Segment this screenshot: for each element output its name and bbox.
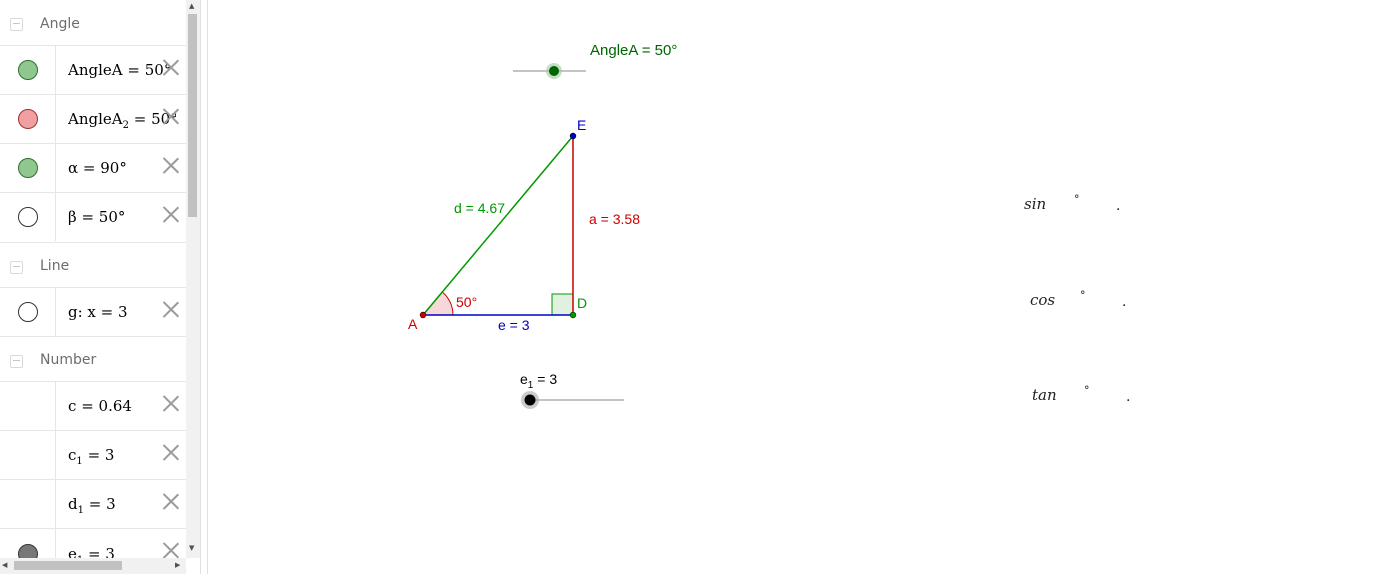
marble-cell — [0, 288, 56, 336]
trig-tan-dot: . — [1126, 389, 1130, 405]
algebra-row-line-g[interactable]: g: x = 3 — [0, 287, 186, 336]
algebra-row-e1[interactable]: e1 = 3 — [0, 528, 186, 558]
scrollbar-thumb[interactable] — [188, 14, 197, 217]
scroll-left-arrow-icon[interactable]: ◀ — [2, 561, 7, 569]
group-header-line[interactable]: − Line — [0, 242, 186, 284]
slider-anglea-handle[interactable] — [549, 66, 559, 76]
delete-icon[interactable] — [162, 394, 180, 412]
point-a-label: A — [408, 316, 418, 332]
delete-icon[interactable] — [162, 205, 180, 223]
algebra-horizontal-scrollbar[interactable]: ◀ ▶ — [0, 558, 186, 574]
algebra-expression[interactable]: β = 50° — [68, 208, 176, 226]
point-d-label: D — [577, 295, 587, 311]
angle-label: 50° — [456, 294, 477, 310]
group-header-angle[interactable]: − Angle — [0, 4, 186, 46]
scrollbar-thumb[interactable] — [14, 561, 122, 570]
trig-sin-dot: . — [1116, 198, 1120, 214]
trig-cos-label: cos — [1030, 291, 1055, 309]
algebra-expression[interactable]: d1 = 3 — [68, 495, 176, 516]
angle-sector-at-a[interactable] — [421, 291, 454, 316]
marble-cell — [0, 193, 56, 241]
delete-icon[interactable] — [162, 107, 180, 125]
delete-icon[interactable] — [162, 443, 180, 461]
point-e-label: E — [577, 117, 586, 133]
collapse-line-icon[interactable]: − — [10, 261, 23, 274]
algebra-expression[interactable]: α = 90° — [68, 159, 176, 177]
slider-e1-handle[interactable] — [524, 394, 536, 406]
group-label-line: Line — [40, 258, 70, 274]
marble-cell — [0, 95, 56, 143]
segment-d[interactable] — [422, 135, 574, 316]
algebra-row-anglea[interactable]: AngleA = 50° — [0, 45, 186, 94]
visibility-marble-icon[interactable] — [18, 207, 38, 227]
algebra-row-beta[interactable]: β = 50° — [0, 192, 186, 241]
visibility-marble-icon[interactable] — [18, 544, 38, 558]
graphics-canvas[interactable]: AngleA = 50° 50° d = 4.67 a = 3.58 e = 3… — [208, 0, 1382, 574]
slider-e1-label: e1 = 3 — [520, 371, 557, 391]
delete-icon[interactable] — [162, 300, 180, 318]
scroll-down-arrow-icon[interactable]: ▼ — [189, 544, 194, 552]
trig-cos-dot: . — [1122, 294, 1126, 310]
point-a[interactable] — [419, 311, 427, 319]
algebra-expression[interactable]: c = 0.64 — [68, 397, 176, 415]
marble-cell — [0, 431, 56, 479]
delete-icon[interactable] — [162, 58, 180, 76]
view-divider[interactable] — [200, 0, 208, 574]
delete-icon[interactable] — [162, 492, 180, 510]
marble-cell — [0, 46, 56, 94]
trig-sin-label: sin — [1024, 195, 1046, 213]
algebra-row-c1[interactable]: c1 = 3 — [0, 430, 186, 479]
marble-cell — [0, 529, 56, 558]
algebra-row-d1[interactable]: d1 = 3 — [0, 479, 186, 528]
group-label-number: Number — [40, 352, 97, 368]
segment-a-label: a = 3.58 — [589, 211, 640, 227]
slider-anglea-label: AngleA = 50° — [590, 42, 677, 59]
segment-e-label: e = 3 — [498, 317, 530, 333]
trig-tan-label: tan — [1032, 386, 1057, 404]
algebra-row-c[interactable]: c = 0.64 — [0, 381, 186, 430]
scroll-right-arrow-icon[interactable]: ▶ — [175, 561, 180, 569]
visibility-marble-icon[interactable] — [18, 158, 38, 178]
delete-icon[interactable] — [162, 541, 180, 558]
visibility-marble-icon[interactable] — [18, 109, 38, 129]
point-e[interactable] — [569, 132, 577, 140]
delete-icon[interactable] — [162, 156, 180, 174]
trig-sin-degree: ° — [1074, 193, 1080, 206]
algebra-view[interactable]: − Angle AngleA = 50° AngleA2 = 50° α = 9… — [0, 0, 186, 558]
visibility-marble-icon[interactable] — [18, 60, 38, 80]
algebra-expression[interactable]: AngleA2 = 50° — [68, 110, 176, 131]
collapse-number-icon[interactable]: − — [10, 355, 23, 368]
algebra-vertical-scrollbar[interactable]: ▲ ▼ — [186, 0, 200, 558]
algebra-row-anglea2[interactable]: AngleA2 = 50° — [0, 94, 186, 143]
algebra-expression[interactable]: e1 = 3 — [68, 545, 176, 558]
visibility-marble-icon[interactable] — [18, 302, 38, 322]
trig-cos-degree: ° — [1080, 289, 1086, 302]
trig-tan-degree: ° — [1084, 384, 1090, 397]
point-d[interactable] — [569, 311, 577, 319]
algebra-row-alpha[interactable]: α = 90° — [0, 143, 186, 192]
marble-cell — [0, 382, 56, 430]
marble-cell — [0, 144, 56, 192]
segment-d-label: d = 4.67 — [454, 200, 505, 216]
algebra-expression[interactable]: c1 = 3 — [68, 446, 176, 467]
group-label-angle: Angle — [40, 16, 80, 32]
marble-cell — [0, 480, 56, 528]
graphics-view[interactable]: AngleA = 50° 50° d = 4.67 a = 3.58 e = 3… — [208, 0, 1382, 574]
right-angle-marker-at-d[interactable] — [551, 293, 574, 316]
scroll-up-arrow-icon[interactable]: ▲ — [189, 2, 194, 10]
algebra-expression[interactable]: g: x = 3 — [68, 303, 176, 321]
group-header-number[interactable]: − Number — [0, 336, 186, 378]
collapse-angle-icon[interactable]: − — [10, 18, 23, 31]
algebra-expression[interactable]: AngleA = 50° — [68, 61, 176, 79]
